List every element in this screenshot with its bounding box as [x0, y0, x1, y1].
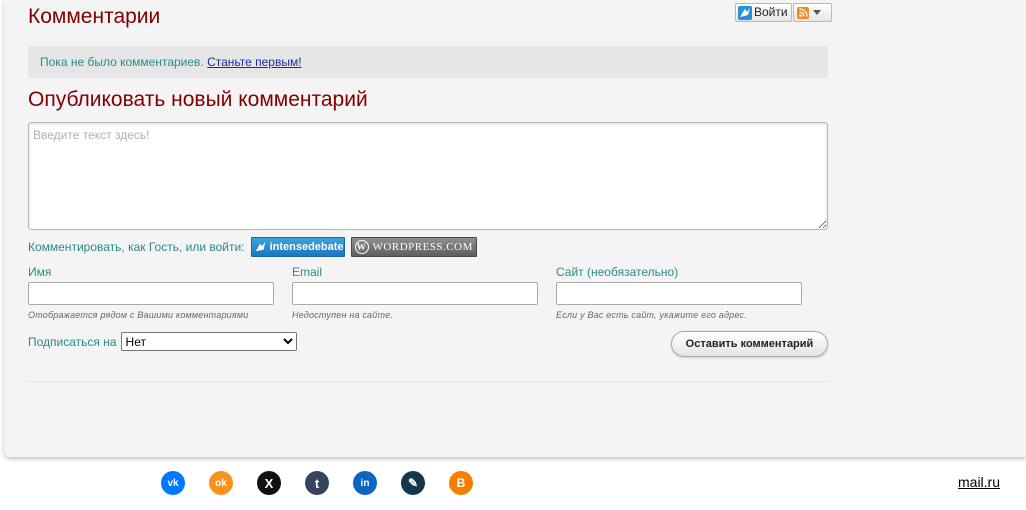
rss-menu-button[interactable] [793, 3, 832, 22]
website-input[interactable] [556, 282, 802, 305]
name-hint: Отображается рядом с Вашими комментариям… [28, 310, 249, 320]
intensedebate-icon [738, 5, 752, 20]
wordpress-login-button[interactable]: W WORDPRESS.COM [350, 236, 477, 257]
intensedebate-logo-icon [255, 241, 265, 251]
wordpress-label: WORDPRESS.COM [372, 240, 473, 253]
wordpress-icon: W [354, 239, 369, 254]
email-field-group: Email Недоступен на сайте. [292, 265, 538, 320]
odnoklassniki-icon[interactable]: ok [209, 471, 233, 495]
email-hint: Недоступен на сайте. [292, 310, 394, 320]
livejournal-icon[interactable]: ✎ [401, 471, 425, 495]
submit-comment-button[interactable]: Оставить комментарий [671, 331, 828, 357]
comments-title: Комментарии [28, 5, 161, 28]
name-field-group: Имя Отображается рядом с Вашими коммента… [28, 265, 274, 320]
comments-panel: Комментарии Войти Пока не было комментар… [4, 0, 1026, 457]
login-label: Войти [754, 5, 788, 19]
new-comment-title: Опубликовать новый комментарий [28, 88, 368, 111]
comment-textarea[interactable] [28, 122, 828, 230]
no-comments-text: Пока не было комментариев. [40, 55, 204, 69]
divider [28, 381, 828, 382]
tumblr-icon[interactable]: t [305, 471, 329, 495]
as-guest-text: Комментировать, как Гость, или войти: [28, 239, 245, 254]
vk-icon[interactable]: vk [161, 471, 185, 495]
subscribe-label: Подписаться на [28, 334, 117, 349]
name-input[interactable] [28, 282, 274, 305]
chevron-down-icon [813, 10, 821, 15]
email-label: Email [292, 265, 323, 279]
website-field-group: Сайт (необязательно) Если у Вас есть сай… [556, 265, 802, 320]
intensedebate-label: intensedebate [269, 240, 344, 253]
name-label: Имя [28, 265, 52, 279]
blogger-icon[interactable]: B [449, 471, 473, 495]
login-button[interactable]: Войти [735, 3, 792, 22]
login-options: Комментировать, как Гость, или войти: in… [28, 236, 477, 257]
linkedin-icon[interactable]: in [353, 471, 377, 495]
be-first-link[interactable]: Станьте первым! [207, 55, 301, 69]
subscribe-row: Подписаться на Нет [28, 332, 297, 351]
mail-ru-link[interactable]: mail.ru [958, 474, 1000, 490]
social-share-bar: vk ok X t in ✎ B [161, 471, 473, 495]
rss-icon [797, 6, 809, 19]
email-input[interactable] [292, 282, 538, 305]
website-hint: Если у Вас есть сайт, укажите его адрес. [556, 310, 747, 320]
intensedebate-login-button[interactable]: intensedebate [250, 236, 345, 257]
subscribe-select[interactable]: Нет [120, 332, 297, 351]
website-label: Сайт (необязательно) [556, 265, 679, 279]
no-comments-notice: Пока не было комментариев. Станьте первы… [28, 46, 828, 78]
x-icon[interactable]: X [257, 471, 281, 495]
